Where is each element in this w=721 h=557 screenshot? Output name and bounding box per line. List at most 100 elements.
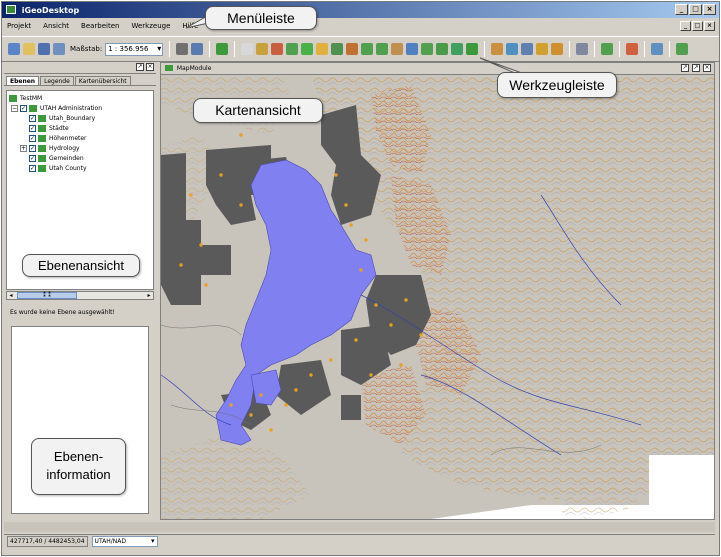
zoom-full-icon[interactable] <box>286 43 299 55</box>
coordinate-display: 427717,40 / 4482453,04 <box>7 536 88 547</box>
open-project-icon[interactable] <box>23 43 35 55</box>
map-float-icon[interactable]: ↗ <box>681 64 689 72</box>
edit-icon[interactable] <box>436 43 449 55</box>
menu-ansicht[interactable]: Ansicht <box>43 22 69 31</box>
crs-select[interactable]: UTAH/NAD <box>91 536 158 547</box>
toolbar-separator <box>169 41 171 57</box>
layer-icon <box>38 154 46 162</box>
save-as-icon[interactable] <box>53 43 65 55</box>
mdi-maximize-button[interactable]: □ <box>692 21 703 31</box>
layer-tool-icon[interactable] <box>421 43 434 55</box>
tree-root[interactable]: TestMM <box>9 93 151 103</box>
add-wms-icon[interactable] <box>506 43 519 55</box>
layer-item[interactable]: ✓ Utah_Boundary <box>9 113 151 123</box>
crs-value: UTAH/NAD <box>94 538 126 545</box>
tree-group[interactable]: − ✓ UTAH Administration <box>9 103 151 113</box>
previous-extent-icon[interactable] <box>331 43 344 55</box>
layer-item[interactable]: ✓ Utah County <box>9 163 151 173</box>
save-icon[interactable] <box>38 43 50 55</box>
add-shape-icon[interactable] <box>536 43 549 55</box>
window-icon[interactable] <box>651 43 664 55</box>
panel-float-icon[interactable]: ↗ <box>136 63 144 71</box>
panel-close-icon[interactable]: × <box>146 63 154 71</box>
tab-ebenen[interactable]: Ebenen <box>6 76 40 85</box>
zoom-in-icon[interactable] <box>256 43 269 55</box>
zoom-out-icon[interactable] <box>271 43 284 55</box>
add-database-icon[interactable] <box>521 43 534 55</box>
tool-icon[interactable] <box>466 43 479 55</box>
map-panel-controls: ↗ ↗ × <box>681 64 711 72</box>
maximize-button[interactable]: □ <box>689 4 702 15</box>
settings-icon[interactable] <box>626 43 639 55</box>
layer-checkbox[interactable]: ✓ <box>29 144 36 152</box>
identify-icon[interactable] <box>346 43 359 55</box>
menu-bar: Projekt Ansicht Bearbeiten Werkzeuge Hil… <box>2 19 719 34</box>
layer-icon <box>38 144 46 152</box>
layer-label: Höhenmeter <box>49 134 87 142</box>
toolbar-separator <box>644 41 646 57</box>
query-icon[interactable] <box>451 43 464 55</box>
layer-checkbox[interactable]: ✓ <box>29 124 36 132</box>
layer-info-message: Es wurde keine Ebene ausgewählt! <box>10 309 115 316</box>
layer-item[interactable]: ✓ Höhenmeter <box>9 133 151 143</box>
remove-layer-icon[interactable] <box>551 43 564 55</box>
map-module-icon <box>165 65 173 71</box>
layer-checkbox[interactable]: ✓ <box>29 114 36 122</box>
map-close-icon[interactable]: × <box>703 64 711 72</box>
menu-werkzeuge[interactable]: Werkzeuge <box>131 22 170 31</box>
toolbar-separator <box>209 41 211 57</box>
minimize-button[interactable]: _ <box>675 4 688 15</box>
close-button[interactable]: × <box>703 4 716 15</box>
project-icon <box>9 94 17 102</box>
layer-item[interactable]: ✓ Gemeinden <box>9 153 151 163</box>
collapse-icon[interactable]: − <box>11 104 18 112</box>
new-project-icon[interactable] <box>8 43 20 55</box>
layer-checkbox[interactable]: ✓ <box>29 134 36 142</box>
tab-legende[interactable]: Legende <box>40 76 74 85</box>
scroll-right-icon[interactable]: ▸ <box>145 292 153 299</box>
toolbar-separator <box>569 41 571 57</box>
toolbar-separator <box>669 41 671 57</box>
menu-hilfe[interactable]: Hilfe <box>182 22 198 31</box>
chart-icon[interactable] <box>601 43 614 55</box>
add-layer-icon[interactable] <box>491 43 504 55</box>
scrollbar-thumb[interactable]: ⁑ ⁑ <box>17 292 77 299</box>
print-preview-icon[interactable] <box>176 43 189 55</box>
pan-icon[interactable] <box>316 43 329 55</box>
layer-checkbox[interactable]: ✓ <box>29 164 36 172</box>
toolbar-separator <box>484 41 486 57</box>
callout-ebenenansicht: Ebenenansicht <box>22 254 140 277</box>
print-icon[interactable] <box>576 43 589 55</box>
mdi-minimize-button[interactable]: _ <box>680 21 691 31</box>
panel-controls: ↗ × <box>136 63 154 71</box>
layer-tree-scrollbar[interactable]: ◂ ⁑ ⁑ ▸ <box>6 291 154 300</box>
layer-label: Städte <box>49 124 69 132</box>
layer-item[interactable]: ✓ Städte <box>9 123 151 133</box>
scale-select[interactable]: 1 : 356.956 <box>105 42 164 56</box>
layer-checkbox[interactable]: ✓ <box>29 154 36 162</box>
status-spacer <box>4 522 715 532</box>
help-icon[interactable] <box>676 43 689 55</box>
layer-item[interactable]: + ✓ Hydrology <box>9 143 151 153</box>
mdi-close-button[interactable]: × <box>704 21 715 31</box>
zoom-extent-icon[interactable] <box>301 43 314 55</box>
select-icon[interactable] <box>406 43 419 55</box>
expand-icon[interactable]: + <box>20 144 27 152</box>
pointer-icon[interactable] <box>241 43 254 55</box>
map-graphic[interactable] <box>161 75 714 519</box>
menu-projekt[interactable]: Projekt <box>7 22 31 31</box>
refresh-icon[interactable] <box>216 43 229 55</box>
back-icon[interactable] <box>361 43 374 55</box>
scroll-left-icon[interactable]: ◂ <box>7 292 15 299</box>
tree-group-label: UTAH Administration <box>40 104 103 112</box>
toolbar-separator <box>619 41 621 57</box>
tab-kartenuebersicht[interactable]: Kartenübersicht <box>74 76 131 85</box>
layer-checkbox[interactable]: ✓ <box>20 104 27 112</box>
export-icon[interactable] <box>191 43 204 55</box>
map-canvas[interactable] <box>161 75 714 519</box>
measure-icon[interactable] <box>391 43 404 55</box>
menu-bearbeiten[interactable]: Bearbeiten <box>81 22 119 31</box>
map-maximize-icon[interactable]: ↗ <box>692 64 700 72</box>
layer-icon <box>38 114 46 122</box>
forward-icon[interactable] <box>376 43 389 55</box>
